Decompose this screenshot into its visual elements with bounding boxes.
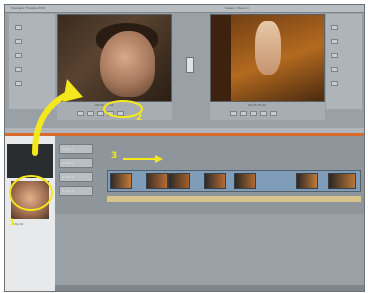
step-2-label: 2	[136, 113, 143, 123]
step-3-label: 3	[111, 151, 118, 161]
yellow-arrow-path	[32, 90, 73, 156]
bin-highlight-circle	[9, 175, 53, 211]
yellow-arrow-head	[63, 79, 83, 102]
timeline-arrow-head	[155, 155, 163, 163]
annotation-overlay	[9, 79, 163, 211]
step-1-label: 1	[9, 218, 16, 228]
editor-window: Premiere Timeline Edit Viewer / Record 0…	[4, 4, 365, 292]
